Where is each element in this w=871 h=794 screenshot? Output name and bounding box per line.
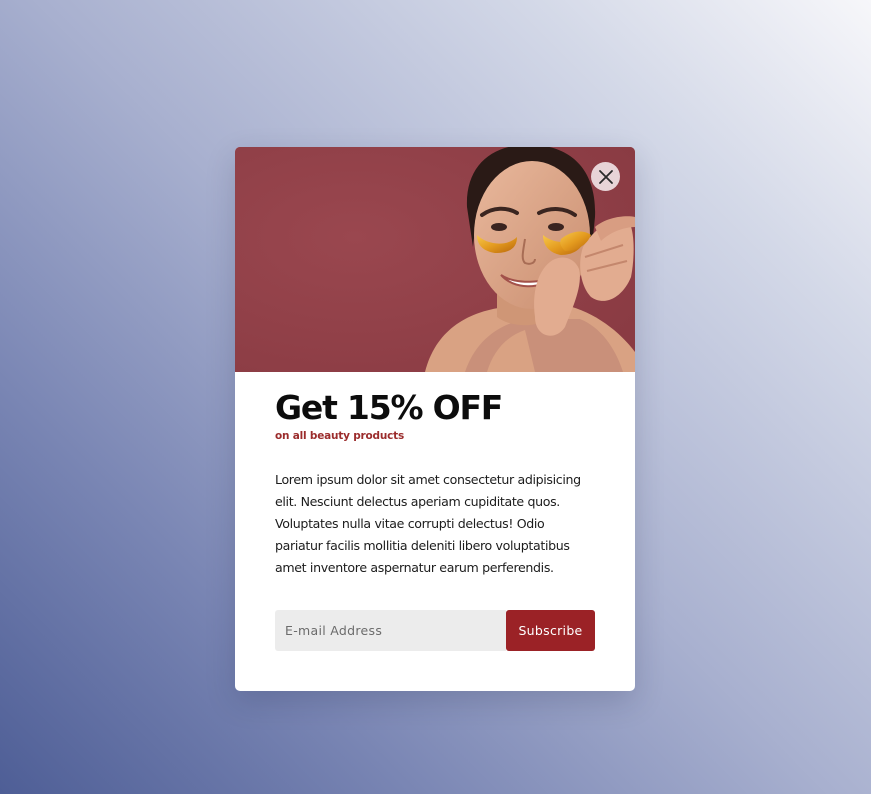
close-icon — [598, 169, 613, 184]
hero-illustration — [235, 147, 635, 372]
popup-title: Get 15% OFF — [275, 388, 503, 427]
close-button[interactable] — [591, 162, 620, 191]
popup-subtitle: on all beauty products — [275, 430, 404, 442]
hero-image — [235, 147, 635, 372]
subscribe-button[interactable]: Subscribe — [506, 610, 595, 651]
email-input[interactable] — [275, 610, 506, 651]
subscribe-popup: Get 15% OFF on all beauty products Lorem… — [235, 147, 635, 691]
popup-description: Lorem ipsum dolor sit amet consectetur a… — [275, 472, 581, 575]
popup-content: Get 15% OFF on all beauty products Lorem… — [235, 372, 635, 651]
subscribe-form: Subscribe — [275, 610, 595, 651]
